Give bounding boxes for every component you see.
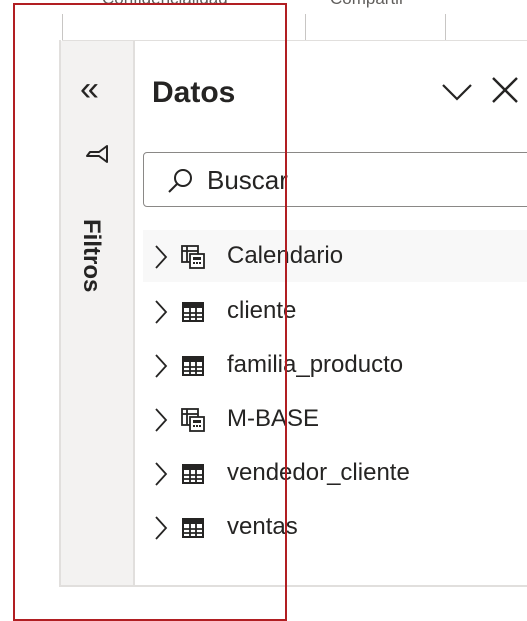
ribbon-separator — [305, 14, 306, 40]
calculated-table-icon — [181, 245, 205, 269]
chevron-down-icon[interactable] — [440, 74, 474, 108]
ribbon-tab-confidencialidad[interactable]: Confidencialidad — [102, 0, 228, 9]
table-icon — [182, 356, 204, 376]
ribbon-tab-compartir[interactable]: Compartir — [330, 0, 405, 9]
chevron-right-icon[interactable] — [154, 244, 168, 270]
table-item-calendario[interactable]: Calendario — [143, 230, 527, 282]
filters-pane — [61, 41, 133, 585]
chevron-right-icon[interactable] — [154, 353, 168, 379]
table-item-cliente[interactable]: cliente — [143, 285, 527, 337]
search-text: Buscar — [207, 165, 288, 195]
chevron-right-icon[interactable] — [154, 407, 168, 433]
table-label: Calendario — [227, 242, 344, 269]
table-label: vendedor_cliente — [227, 459, 410, 486]
table-icon — [182, 464, 204, 484]
table-item-vendedor-cliente[interactable]: vendedor_cliente — [143, 447, 527, 499]
close-icon[interactable] — [487, 72, 523, 108]
table-label: familia_producto — [227, 351, 404, 378]
chevron-right-icon[interactable] — [154, 461, 168, 487]
table-item-m-base[interactable]: M-BASE — [143, 393, 527, 445]
search-input[interactable]: Buscar — [143, 152, 527, 207]
filters-label[interactable]: Filtros — [78, 219, 105, 292]
ribbon-strip: Confidencialidad Compartir — [62, 0, 527, 41]
search-icon — [168, 169, 192, 193]
table-icon — [182, 518, 204, 538]
calculated-table-icon — [181, 408, 205, 432]
ribbon-separator — [62, 14, 63, 40]
table-item-familia-producto[interactable]: familia_producto — [143, 339, 527, 391]
table-icon — [182, 302, 204, 322]
table-label: M-BASE — [227, 405, 320, 432]
data-pane-title: Datos — [152, 76, 236, 109]
table-label: ventas — [227, 513, 298, 540]
pane-frame-bottom — [59, 585, 527, 587]
table-label: cliente — [227, 297, 297, 324]
collapse-filters-button[interactable]: « — [80, 72, 99, 106]
chevron-right-icon[interactable] — [154, 299, 168, 325]
ribbon-separator — [445, 14, 446, 40]
chevron-right-icon[interactable] — [154, 515, 168, 541]
table-item-ventas[interactable]: ventas — [143, 501, 527, 553]
filter-icon[interactable] — [83, 140, 111, 168]
